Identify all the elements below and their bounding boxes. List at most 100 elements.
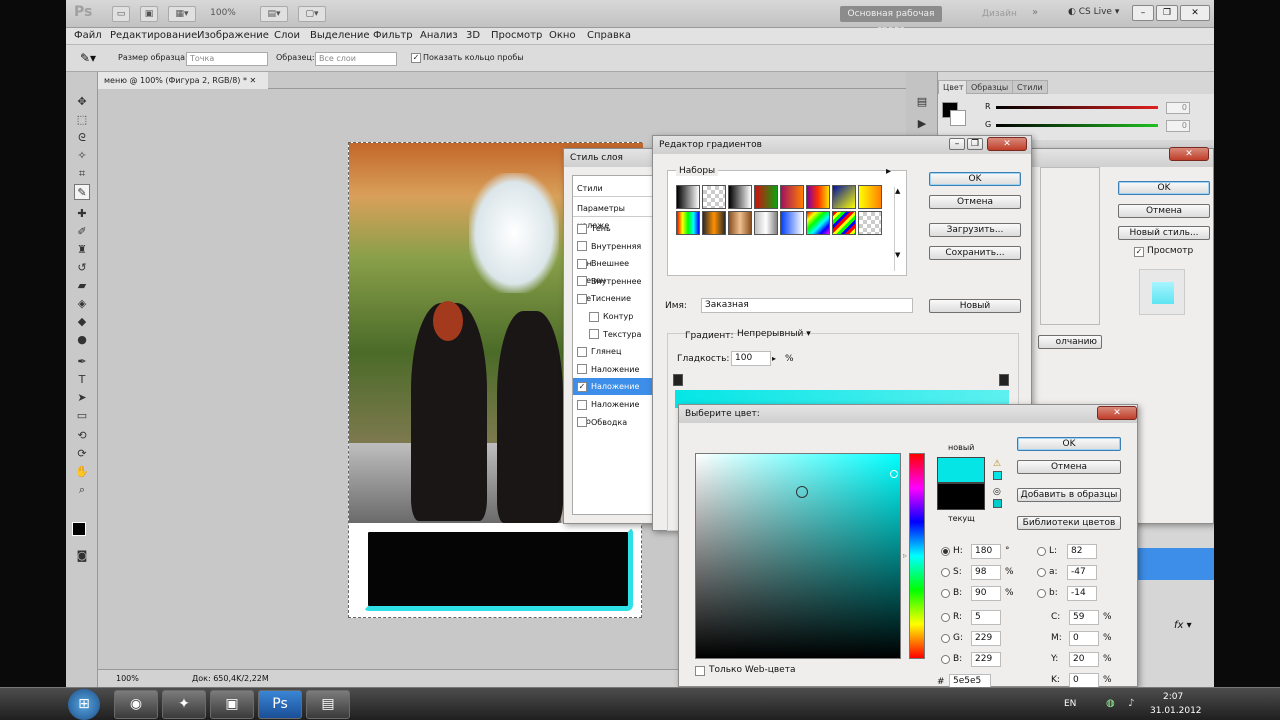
marquee-tool-icon[interactable]: ⬚ xyxy=(74,112,90,128)
move-tool-icon[interactable]: ✥ xyxy=(74,94,90,110)
layer-style-item[interactable]: Текстура xyxy=(573,326,653,343)
menu-select[interactable]: Выделение xyxy=(310,30,370,41)
workspace-button[interactable]: Основная рабочая среда xyxy=(840,6,942,35)
smoothness-arrow-icon[interactable]: ▸ xyxy=(772,354,776,363)
menu-window[interactable]: Окно xyxy=(549,30,576,41)
layer-style-item[interactable]: ✓Наложение гра xyxy=(573,378,653,408)
gamut-color-swatch[interactable] xyxy=(993,471,1002,480)
status-zoom[interactable]: 100% xyxy=(116,674,139,683)
layer-style-item-checkbox[interactable] xyxy=(577,364,587,375)
screen-mode-icon[interactable]: ▢▾ xyxy=(298,6,326,22)
color-picker-cancel-button[interactable]: Отмена xyxy=(1017,460,1121,474)
hand-tool-icon[interactable]: ✋ xyxy=(74,464,90,480)
gradient-preset-swatch[interactable] xyxy=(858,185,882,209)
smoothness-input[interactable]: 100 xyxy=(731,351,771,366)
layer-style-item[interactable]: Внутреннее све xyxy=(573,273,653,303)
path-select-icon[interactable]: ➤ xyxy=(74,390,90,406)
window-taskbar-icon[interactable]: ▣ xyxy=(210,690,254,719)
gradient-preset-swatch[interactable] xyxy=(754,185,778,209)
lab-b-input[interactable]: -14 xyxy=(1067,586,1097,601)
show-ring-checkbox[interactable]: ✓ xyxy=(411,53,421,63)
tab-swatches[interactable]: Образцы xyxy=(966,80,1014,94)
clock-date[interactable]: 31.01.2012 xyxy=(1150,706,1202,716)
design-workspace[interactable]: Дизайн xyxy=(982,9,1017,19)
brush-tool-icon[interactable]: ✐ xyxy=(74,224,90,240)
hue-input[interactable]: 180 xyxy=(971,544,1001,559)
magenta-input[interactable]: 0 xyxy=(1069,631,1099,646)
layer-style-item-checkbox[interactable] xyxy=(577,223,587,234)
sample-select[interactable]: Все слои xyxy=(315,52,397,66)
3d-rotate-icon[interactable]: ⟲ xyxy=(74,428,90,444)
arrange-icon[interactable]: ▤▾ xyxy=(260,6,288,22)
photoshop-taskbar-icon[interactable]: Ps xyxy=(258,690,302,719)
blue-radio[interactable] xyxy=(941,655,950,664)
layer-style-item[interactable]: Внешнее свечен xyxy=(573,255,653,285)
styles-header[interactable]: Стили xyxy=(573,180,653,197)
gradient-preset-swatch[interactable] xyxy=(832,185,856,209)
layer-style-item-checkbox[interactable] xyxy=(589,311,599,322)
extras-icon[interactable]: ▦▾ xyxy=(168,6,196,22)
cslive-button[interactable]: ◐ CS Live ▾ xyxy=(1068,7,1119,17)
red-radio[interactable] xyxy=(941,613,950,622)
gradient-preset-swatch[interactable] xyxy=(676,211,700,235)
layer-style-item[interactable]: Обводка xyxy=(573,414,653,431)
lab-l-input[interactable]: 82 xyxy=(1067,544,1097,559)
volume-tray-icon[interactable]: ♪ xyxy=(1128,698,1134,709)
restore-button[interactable]: ❐ xyxy=(1156,5,1178,21)
stamp-tool-icon[interactable]: ♜ xyxy=(74,242,90,258)
gradient-preset-swatch[interactable] xyxy=(832,211,856,235)
layer-style-item[interactable]: Контур xyxy=(573,308,653,325)
layer-style-item-checkbox[interactable] xyxy=(577,241,587,252)
layer-style-item[interactable]: Глянец xyxy=(573,343,653,360)
black-k-input[interactable]: 0 xyxy=(1069,673,1099,687)
layer-style-item-checkbox[interactable]: ✓ xyxy=(577,381,587,392)
menu-view[interactable]: Просмотр xyxy=(491,30,542,41)
web-safe-color-swatch[interactable] xyxy=(993,499,1002,508)
layer-style-item[interactable]: Наложение узо xyxy=(573,396,653,426)
app-taskbar-icon[interactable]: ✦ xyxy=(162,690,206,719)
menu-image[interactable]: Изображение xyxy=(197,30,269,41)
eyedropper-tool-icon[interactable]: ✎▾ xyxy=(80,51,96,65)
gradient-preset-swatch[interactable] xyxy=(728,185,752,209)
gradient-close-button[interactable]: ✕ xyxy=(987,137,1027,151)
color-g-value[interactable]: 0 xyxy=(1166,120,1190,132)
gradient-preset-swatch[interactable] xyxy=(702,185,726,209)
gradient-ok-button[interactable]: OK xyxy=(929,172,1021,186)
more-workspaces-icon[interactable]: » xyxy=(1032,7,1038,18)
gradient-preset-swatch[interactable] xyxy=(780,211,804,235)
lasso-tool-icon[interactable]: ᘓ xyxy=(74,130,90,146)
firefox-taskbar-icon[interactable]: ◉ xyxy=(114,690,158,719)
gradient-preset-swatch[interactable] xyxy=(728,211,752,235)
minibridge-icon[interactable]: ▣ xyxy=(140,6,158,22)
lab-b-radio[interactable] xyxy=(1037,589,1046,598)
green-radio[interactable] xyxy=(941,634,950,643)
hex-input[interactable]: 5e5e5 xyxy=(949,674,991,687)
gradient-cancel-button[interactable]: Отмена xyxy=(929,195,1021,209)
3d-orbit-icon[interactable]: ⟳ xyxy=(74,446,90,462)
hue-radio[interactable] xyxy=(941,547,950,556)
menu-edit[interactable]: Редактирование xyxy=(110,30,197,41)
web-safe-warning-icon[interactable]: ◎ xyxy=(993,487,1001,497)
gradient-preset-swatch[interactable] xyxy=(676,185,700,209)
type-tool-icon[interactable]: T xyxy=(74,372,90,388)
bridge-icon[interactable]: ▭ xyxy=(112,6,130,22)
default-button[interactable]: олчанию xyxy=(1038,335,1102,349)
gradient-new-button[interactable]: Новый xyxy=(929,299,1021,313)
quick-select-tool-icon[interactable]: ✧ xyxy=(74,148,90,164)
add-to-swatches-button[interactable]: Добавить в образцы xyxy=(1017,488,1121,502)
cyan-input[interactable]: 59 xyxy=(1069,610,1099,625)
close-app-button[interactable]: ✕ xyxy=(1180,5,1210,21)
layer-style-item[interactable]: Тень xyxy=(573,220,653,237)
color-picker-ok-button[interactable]: OK xyxy=(1017,437,1121,451)
eraser-tool-icon[interactable]: ▰ xyxy=(74,278,90,294)
menu-analysis[interactable]: Анализ xyxy=(420,30,458,41)
zoom-tool-icon[interactable]: ⌕ xyxy=(74,482,90,498)
blur-tool-icon[interactable]: ◆ xyxy=(74,314,90,330)
layer-style-item-checkbox[interactable] xyxy=(577,276,587,287)
web-colors-only-checkbox[interactable] xyxy=(695,666,705,676)
presets-scrollbar[interactable]: ▲ ▼ xyxy=(894,187,902,271)
tab-color[interactable]: Цвет xyxy=(938,80,969,94)
gradient-preset-swatch[interactable] xyxy=(780,185,804,209)
gradient-preset-swatch[interactable] xyxy=(806,211,830,235)
zoom-level[interactable]: 100% xyxy=(204,6,242,22)
